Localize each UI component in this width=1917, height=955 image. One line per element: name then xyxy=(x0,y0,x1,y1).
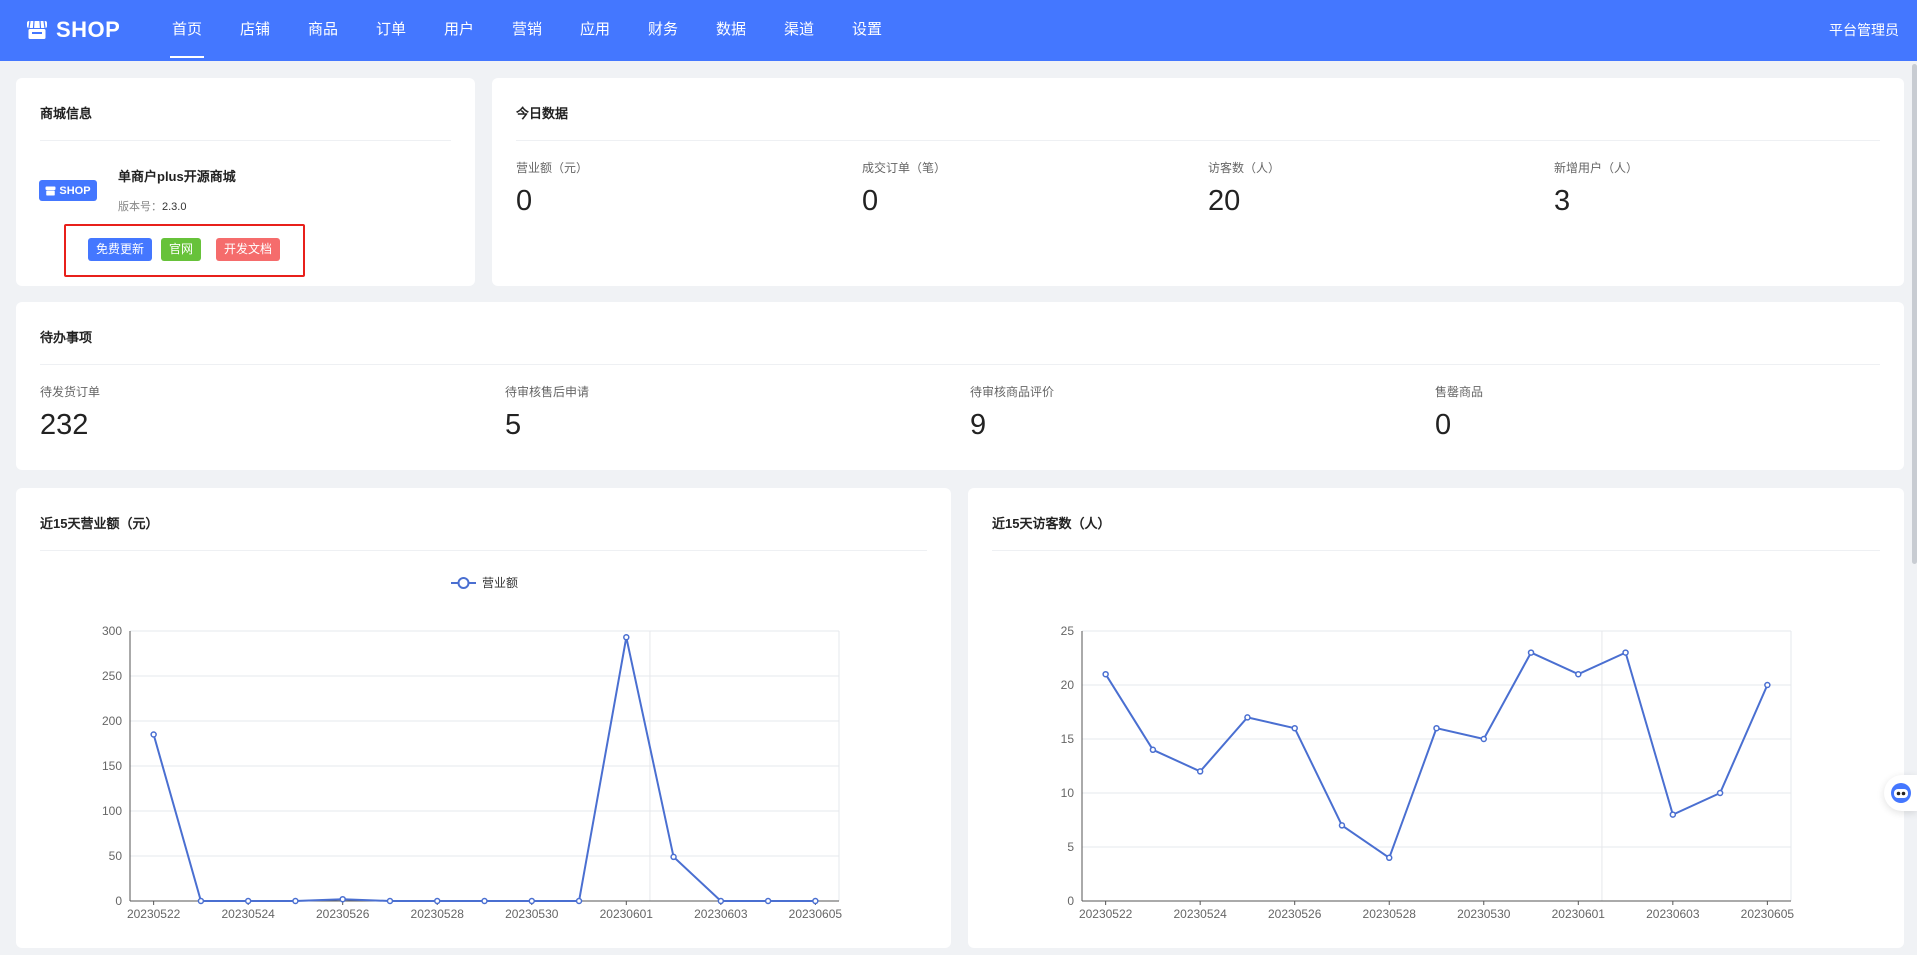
y-tick-label: 250 xyxy=(102,669,122,683)
divider xyxy=(992,550,1880,551)
scrollbar-thumb[interactable] xyxy=(1912,64,1917,564)
x-tick-label: 20230601 xyxy=(600,907,654,921)
x-tick-label: 20230603 xyxy=(694,907,748,921)
x-tick-label: 20230526 xyxy=(316,907,370,921)
visitors-chart-title: 近15天访客数（人） xyxy=(992,516,1111,531)
assistant-button[interactable] xyxy=(1884,775,1917,811)
data-point xyxy=(481,897,488,905)
data-point xyxy=(339,895,346,903)
data-point xyxy=(386,897,394,905)
data-point xyxy=(197,897,205,905)
data-point xyxy=(812,897,819,905)
x-tick-label: 20230524 xyxy=(221,907,275,921)
visitors-chart-card: 近15天访客数（人） xyxy=(968,488,1904,948)
y-tick-label: 150 xyxy=(102,759,122,773)
y-tick-label: 200 xyxy=(102,714,122,728)
y-tick-label: 0 xyxy=(115,894,122,908)
x-tick-label: 20230605 xyxy=(789,907,843,921)
x-tick-label: 20230528 xyxy=(411,907,465,921)
data-point xyxy=(670,853,677,861)
data-point xyxy=(575,897,583,905)
data-point xyxy=(623,634,630,641)
y-tick-label: 100 xyxy=(102,804,122,818)
data-point xyxy=(292,897,299,905)
x-tick-label: 20230530 xyxy=(505,907,559,921)
data-point xyxy=(764,897,772,905)
series-line xyxy=(152,637,816,902)
data-point xyxy=(150,731,157,738)
x-tick-label: 20230522 xyxy=(127,907,181,921)
y-tick-label: 300 xyxy=(102,624,122,638)
robot-icon xyxy=(1890,783,1911,803)
y-tick-label: 50 xyxy=(109,849,123,863)
data-point xyxy=(717,897,725,905)
data-point xyxy=(244,897,252,905)
data-point xyxy=(433,897,441,905)
data-point xyxy=(528,897,536,905)
